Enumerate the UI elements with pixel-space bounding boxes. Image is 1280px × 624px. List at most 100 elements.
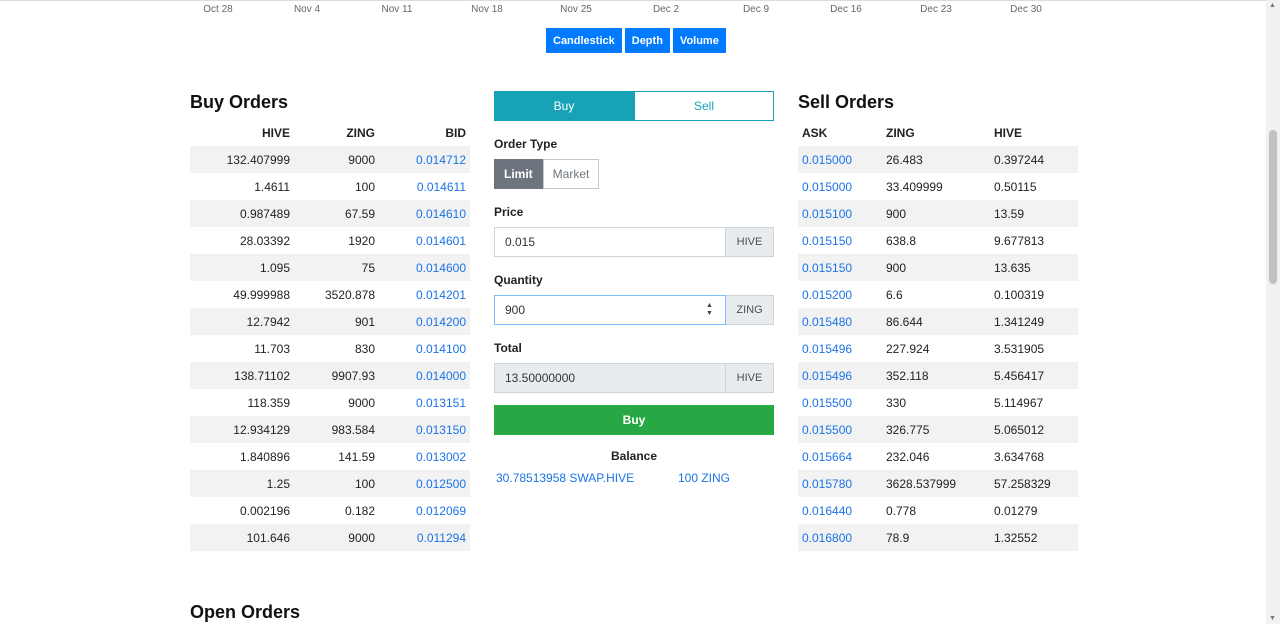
price-link[interactable]: 0.015496 [798, 342, 886, 356]
price-link[interactable]: 0.015664 [798, 450, 886, 464]
table-row[interactable]: 1.095 75 0.014600 [190, 254, 470, 281]
table-cell: 1.25 [266, 476, 290, 491]
table-cell: 100 [354, 476, 375, 491]
buy-submit-button[interactable]: Buy [494, 405, 774, 435]
table-cell: 12.934129 [233, 422, 290, 437]
scroll-up-icon[interactable]: ▲ [1269, 2, 1276, 9]
table-cell: 5.065012 [994, 422, 1045, 437]
price-link[interactable]: 0.015150 [798, 234, 886, 248]
table-row[interactable]: 0.002196 0.182 0.012069 [190, 497, 470, 524]
price-link[interactable]: 0.015500 [798, 423, 886, 437]
price-link[interactable]: 0.014201 [375, 288, 466, 302]
price-link[interactable]: 0.015500 [798, 396, 886, 410]
market-button[interactable]: Market [542, 159, 600, 189]
total-input [494, 363, 726, 393]
price-link[interactable]: 0.013151 [375, 396, 466, 410]
price-link[interactable]: 0.013002 [375, 450, 466, 464]
price-link[interactable]: 0.012500 [375, 477, 466, 491]
price-link[interactable]: 0.015480 [798, 315, 886, 329]
price-link[interactable]: 0.011294 [375, 531, 466, 545]
price-link[interactable]: 0.014100 [375, 342, 466, 356]
table-cell: 5.114967 [994, 395, 1044, 410]
price-link[interactable]: 0.015496 [798, 369, 886, 383]
table-cell: 330 [886, 395, 907, 410]
tab-sell[interactable]: Sell [634, 91, 774, 121]
table-row[interactable]: 0.015000 26.483 0.397244 [798, 146, 1078, 173]
price-link[interactable]: 0.016800 [798, 531, 886, 545]
table-row[interactable]: 1.25 100 0.012500 [190, 470, 470, 497]
table-row[interactable]: 49.999988 3520.878 0.014201 [190, 281, 470, 308]
table-row[interactable]: 1.4611 100 0.014611 [190, 173, 470, 200]
depth-button[interactable]: Depth [624, 28, 670, 53]
table-cell: 12.7942 [246, 314, 290, 329]
table-row[interactable]: 101.646 9000 0.011294 [190, 524, 470, 551]
table-row[interactable]: 0.015780 3628.537999 57.258329 [798, 470, 1078, 497]
table-row[interactable]: 0.015150 638.8 9.677813 [798, 227, 1078, 254]
table-row[interactable]: 0.015496 227.924 3.531905 [798, 335, 1078, 362]
price-link[interactable]: 0.015150 [798, 261, 886, 275]
price-link[interactable]: 0.015780 [798, 477, 886, 491]
table-cell: 0.50115 [994, 179, 1037, 194]
table-cell: 0.397244 [994, 152, 1045, 167]
price-link[interactable]: 0.014200 [375, 315, 466, 329]
table-row[interactable]: 118.359 9000 0.013151 [190, 389, 470, 416]
tab-buy[interactable]: Buy [494, 91, 634, 121]
table-row[interactable]: 0.015200 6.6 0.100319 [798, 281, 1078, 308]
price-link[interactable]: 0.015000 [798, 180, 886, 194]
table-row[interactable]: 12.7942 901 0.014200 [190, 308, 470, 335]
price-link[interactable]: 0.015200 [798, 288, 886, 302]
scrollbar-thumb[interactable] [1269, 130, 1277, 284]
sell-orders-table: ASK ZING HIVE 0.015000 26.483 0.397244 0.01… [798, 120, 1078, 551]
page-scrollbar[interactable]: ▲ ▼ [1266, 0, 1280, 624]
buy-orders-title: Buy Orders [190, 92, 289, 112]
quantity-input[interactable] [494, 295, 726, 325]
price-input[interactable] [494, 227, 726, 257]
table-row[interactable]: 0.015480 86.644 1.341249 [798, 308, 1078, 335]
table-row[interactable]: 0.015496 352.118 5.456417 [798, 362, 1078, 389]
price-link[interactable]: 0.012069 [375, 504, 466, 518]
order-type-label: Order Type [494, 137, 558, 151]
table-row[interactable]: 0.015500 326.775 5.065012 [798, 416, 1078, 443]
table-row[interactable]: 1.840896 141.59 0.013002 [190, 443, 470, 470]
quantity-stepper[interactable]: ▲ ▼ [706, 302, 713, 318]
table-row[interactable]: 0.015500 330 5.114967 [798, 389, 1078, 416]
col-ask: ASK [802, 126, 828, 140]
table-row[interactable]: 28.03392 1920 0.014601 [190, 227, 470, 254]
balance-swap-hive-link[interactable]: 30.78513958 SWAP.HIVE [496, 471, 678, 485]
limit-button[interactable]: Limit [494, 159, 543, 189]
table-row[interactable]: 0.015000 33.409999 0.50115 [798, 173, 1078, 200]
scroll-down-icon[interactable]: ▼ [1269, 615, 1276, 622]
volume-button[interactable]: Volume [672, 28, 726, 53]
balance-zing-link[interactable]: 100 ZING [678, 471, 730, 485]
price-link[interactable]: 0.013150 [375, 423, 466, 437]
table-row[interactable]: 12.934129 983.584 0.013150 [190, 416, 470, 443]
table-cell: 1.341249 [994, 314, 1045, 329]
table-row[interactable]: 0.015664 232.046 3.634768 [798, 443, 1078, 470]
price-link[interactable]: 0.014712 [375, 153, 466, 167]
price-link[interactable]: 0.014000 [375, 369, 466, 383]
table-row[interactable]: 138.71102 9907.93 0.014000 [190, 362, 470, 389]
table-row[interactable]: 0.987489 67.59 0.014610 [190, 200, 470, 227]
price-link[interactable]: 0.014601 [375, 234, 466, 248]
table-row[interactable]: 0.015150 900 13.635 [798, 254, 1078, 281]
price-link[interactable]: 0.015100 [798, 207, 886, 221]
buy-orders-header: HIVE ZING BID [190, 120, 470, 146]
table-row[interactable]: 0.016440 0.778 0.01279 [798, 497, 1078, 524]
price-link[interactable]: 0.015000 [798, 153, 886, 167]
table-cell: 3.634768 [994, 449, 1045, 464]
col-hive: HIVE [994, 126, 1023, 140]
price-link[interactable]: 0.014600 [375, 261, 466, 275]
candlestick-button[interactable]: Candlestick [546, 28, 622, 53]
table-cell: 0.100319 [994, 287, 1045, 302]
table-row[interactable]: 0.016800 78.9 1.32552 [798, 524, 1078, 551]
table-cell: 3.531905 [994, 341, 1045, 356]
table-row[interactable]: 11.703 830 0.014100 [190, 335, 470, 362]
table-cell: 13.59 [994, 206, 1025, 221]
table-cell: 0.182 [344, 503, 375, 518]
table-cell: 5.456417 [994, 368, 1045, 383]
table-row[interactable]: 0.015100 900 13.59 [798, 200, 1078, 227]
price-link[interactable]: 0.016440 [798, 504, 886, 518]
price-link[interactable]: 0.014611 [375, 180, 466, 194]
table-row[interactable]: 132.407999 9000 0.014712 [190, 146, 470, 173]
price-link[interactable]: 0.014610 [375, 207, 466, 221]
